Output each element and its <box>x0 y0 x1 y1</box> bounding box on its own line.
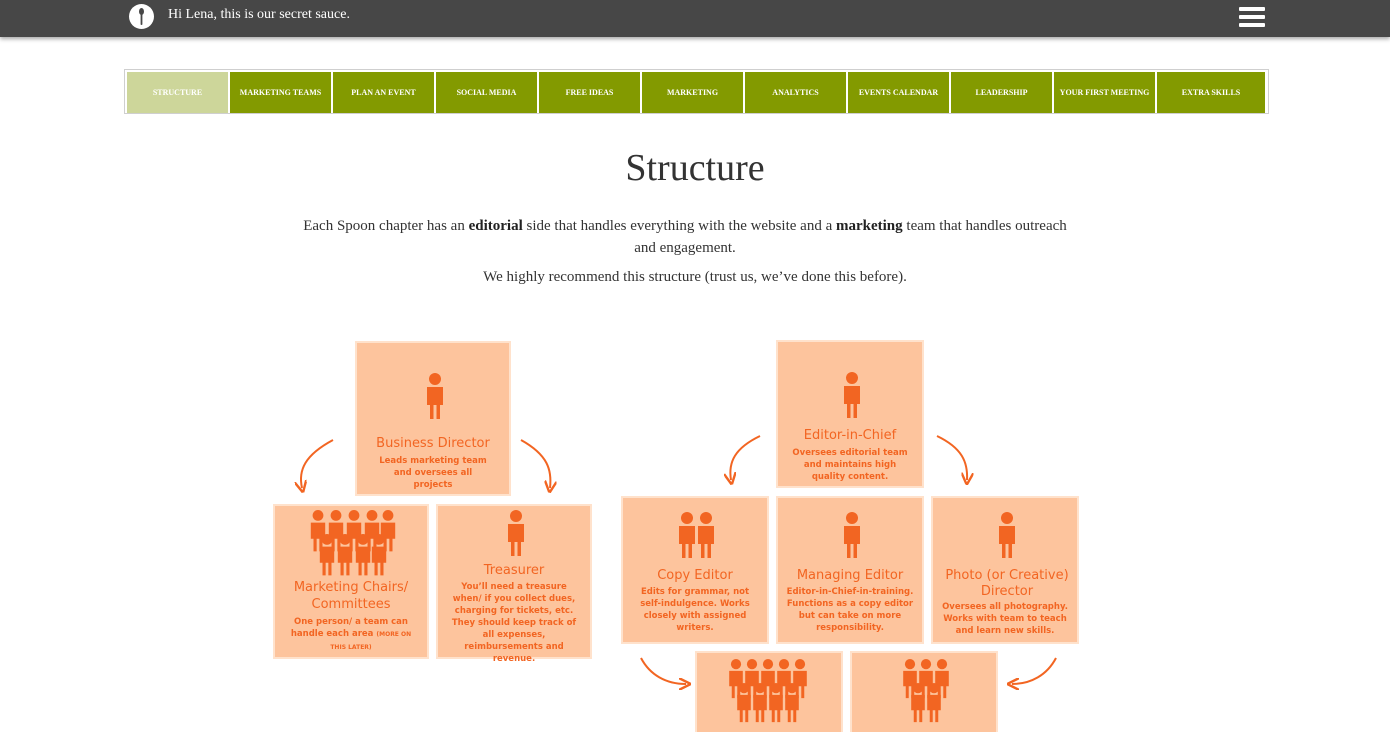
arrow-icon <box>520 439 550 488</box>
arrow-icon <box>640 657 686 684</box>
org-chart-arrows <box>0 435 1057 732</box>
arrow-icon <box>936 435 967 480</box>
arrow-icon <box>301 439 334 488</box>
arrow-icon <box>730 435 761 480</box>
arrow-icon <box>1012 657 1057 684</box>
